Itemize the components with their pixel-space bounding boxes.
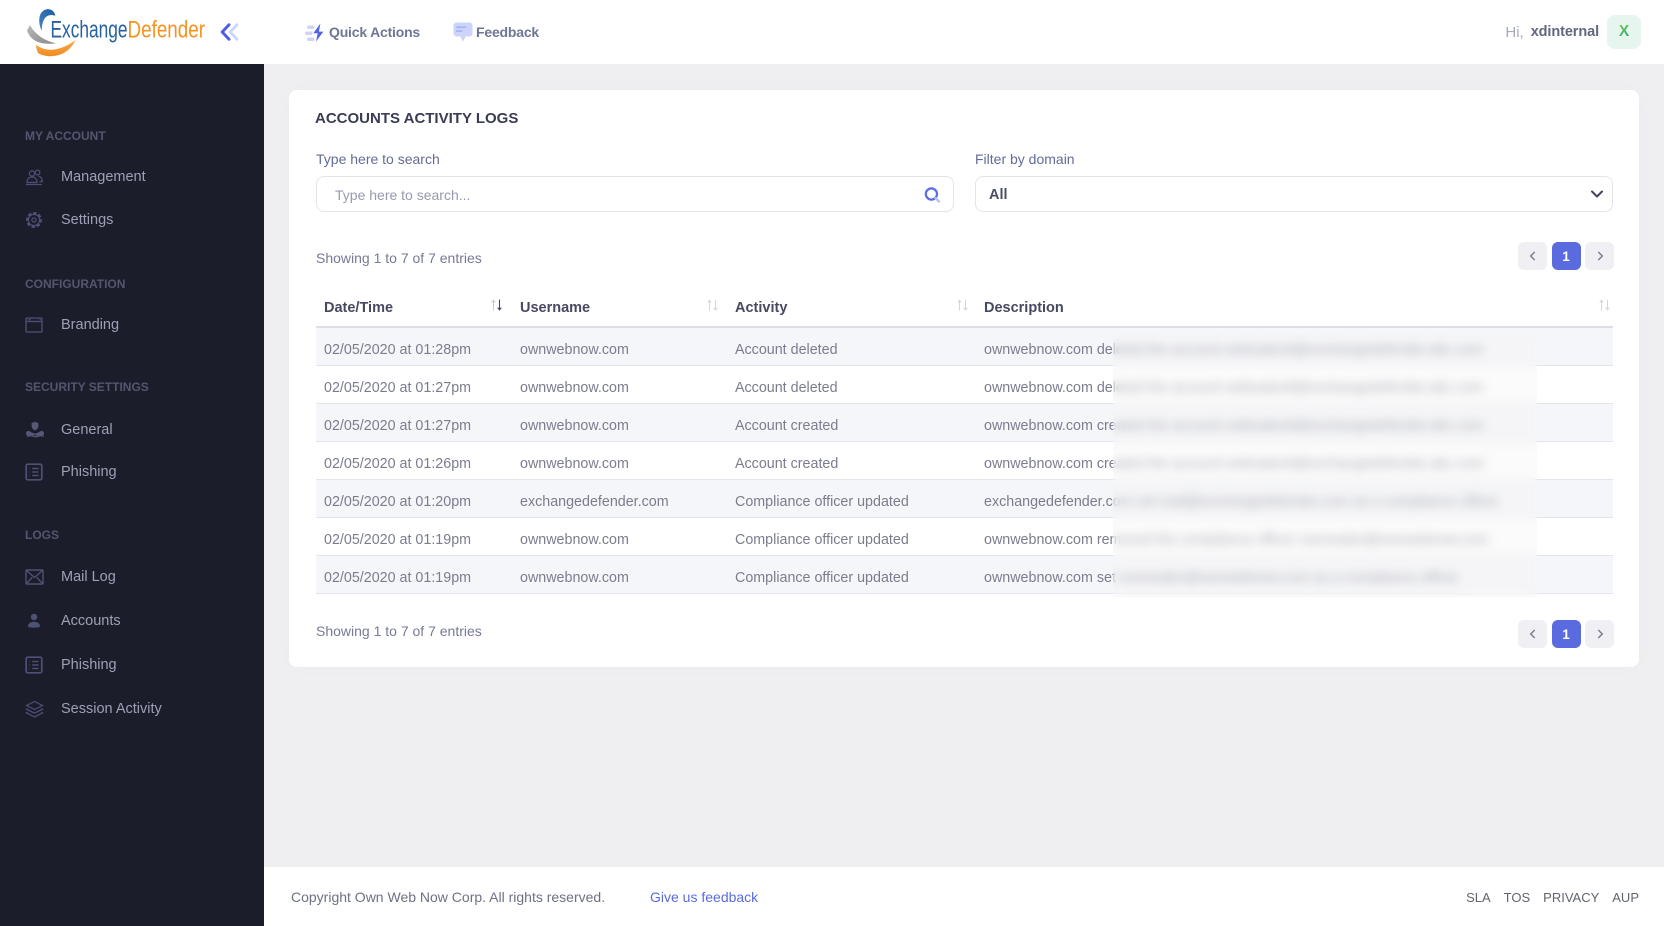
svg-text:Exchange: Exchange [51, 16, 128, 43]
svg-text:Defender: Defender [128, 16, 206, 43]
